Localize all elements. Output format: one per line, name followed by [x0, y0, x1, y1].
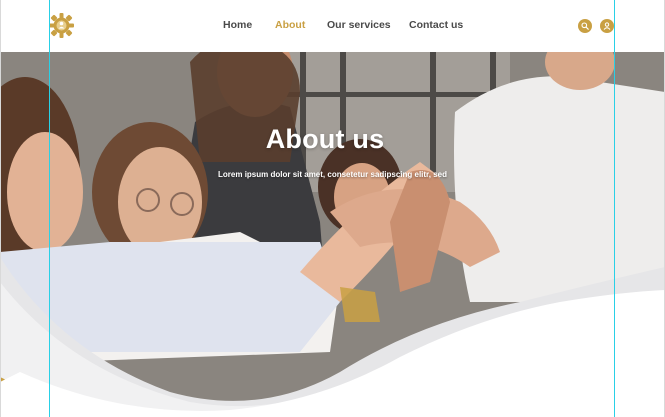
nav-item-home[interactable]: Home: [223, 19, 252, 31]
nav-item-our-services[interactable]: Our services: [327, 19, 391, 31]
search-icon[interactable]: [578, 19, 592, 33]
layout-guide-left: [49, 0, 50, 417]
nav-item-contact-us[interactable]: Contact us: [409, 19, 463, 31]
main-nav: Home About Our services Contact us: [0, 0, 665, 52]
nav-item-about[interactable]: About: [275, 19, 305, 31]
layout-guide-right: [614, 0, 615, 417]
decorative-wave: [0, 257, 665, 417]
user-icon[interactable]: [600, 19, 614, 33]
site-header: Home About Our services Contact us: [0, 0, 665, 52]
